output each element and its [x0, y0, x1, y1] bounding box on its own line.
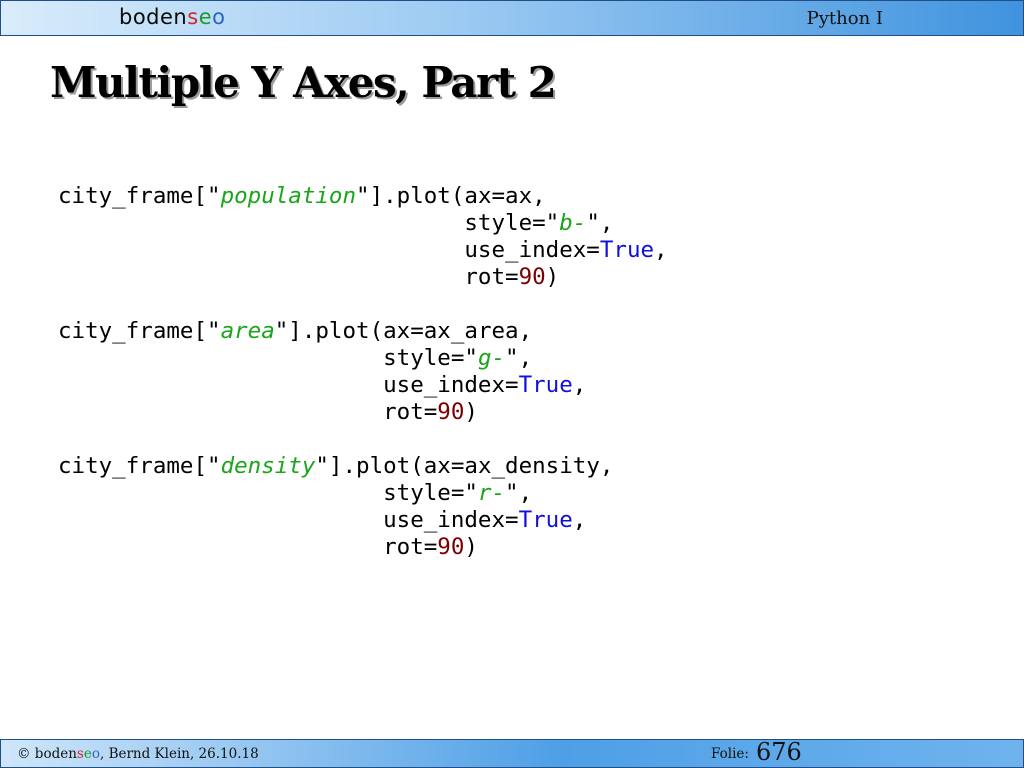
- code-number: 90: [437, 534, 465, 560]
- code-line: use_index=True,: [58, 237, 668, 264]
- brand-text-o: o: [91, 746, 100, 762]
- footer-bar: © bodenseo, Bernd Klein, 26.10.18 Folie:…: [0, 738, 1024, 768]
- code-string: population: [220, 183, 357, 209]
- brand-text-boden: boden: [34, 746, 77, 762]
- logo-text-o: o: [212, 5, 226, 29]
- code-block: city_frame["population"].plot(ax=ax, sty…: [58, 183, 668, 561]
- footer-credits: © bodenseo, Bernd Klein, 26.10.18: [17, 746, 259, 762]
- brand-text-s: s: [76, 746, 84, 762]
- code-text: ,: [572, 507, 587, 533]
- code-keyword: True: [599, 237, 655, 263]
- code-text: city_frame[": [58, 318, 221, 344]
- code-text: use_index=: [58, 372, 519, 398]
- copyright-text: ©: [17, 746, 35, 762]
- logo-text-boden: boden: [119, 5, 188, 29]
- folie-label: Folie:: [711, 746, 749, 762]
- code-line: rot=90): [58, 399, 668, 426]
- code-text: style=": [58, 345, 478, 371]
- code-text: "].plot(ax=ax_density,: [315, 453, 614, 479]
- code-text: ): [545, 264, 560, 290]
- code-number: 90: [518, 264, 546, 290]
- page-number: 676: [756, 738, 802, 766]
- logo-text-e: e: [198, 5, 213, 29]
- code-number: 90: [437, 399, 465, 425]
- code-text: style=": [58, 480, 478, 506]
- author-date: , Bernd Klein, 26.10.18: [99, 746, 259, 762]
- code-string: b-: [559, 210, 587, 236]
- code-text: rot=: [58, 399, 438, 425]
- code-line: city_frame["population"].plot(ax=ax,: [58, 183, 668, 210]
- code-string: density: [220, 453, 316, 479]
- code-text: ): [464, 534, 478, 560]
- code-text: ",: [505, 480, 533, 506]
- code-text: "].plot(ax=ax,: [356, 183, 546, 209]
- code-text: city_frame[": [58, 183, 221, 209]
- code-text: style=": [58, 210, 560, 236]
- code-line: rot=90): [58, 534, 668, 561]
- code-text: "].plot(ax=ax_area,: [274, 318, 533, 344]
- code-string: area: [220, 318, 275, 344]
- code-text: ",: [586, 210, 614, 236]
- code-keyword: True: [518, 372, 573, 398]
- header-bar: bodenseo Python I: [0, 0, 1024, 36]
- code-line: city_frame["density"].plot(ax=ax_density…: [58, 453, 668, 480]
- code-text: ): [464, 399, 478, 425]
- code-text: rot=: [58, 264, 519, 290]
- code-text: city_frame[": [58, 453, 221, 479]
- code-text: rot=: [58, 534, 438, 560]
- slide-title: Multiple Y Axes, Part 2: [50, 58, 557, 107]
- brand-text-e: e: [83, 746, 92, 762]
- code-line: style="g-",: [58, 345, 668, 372]
- code-keyword: True: [518, 507, 573, 533]
- code-line: style="b-",: [58, 210, 668, 237]
- bodenseo-logo: bodenseo: [119, 5, 225, 29]
- code-line: city_frame["area"].plot(ax=ax_area,: [58, 318, 668, 345]
- code-string: g-: [477, 345, 506, 371]
- code-text: ",: [505, 345, 533, 371]
- code-text: ,: [654, 237, 668, 263]
- logo-text-s: s: [187, 5, 199, 29]
- code-text: use_index=: [58, 237, 600, 263]
- code-text: ,: [572, 372, 587, 398]
- code-line: rot=90): [58, 264, 668, 291]
- code-string: r-: [477, 480, 506, 506]
- code-line: use_index=True,: [58, 507, 668, 534]
- code-text: use_index=: [58, 507, 519, 533]
- code-line: style="r-",: [58, 480, 668, 507]
- course-title: Python I: [806, 8, 883, 29]
- code-line: use_index=True,: [58, 372, 668, 399]
